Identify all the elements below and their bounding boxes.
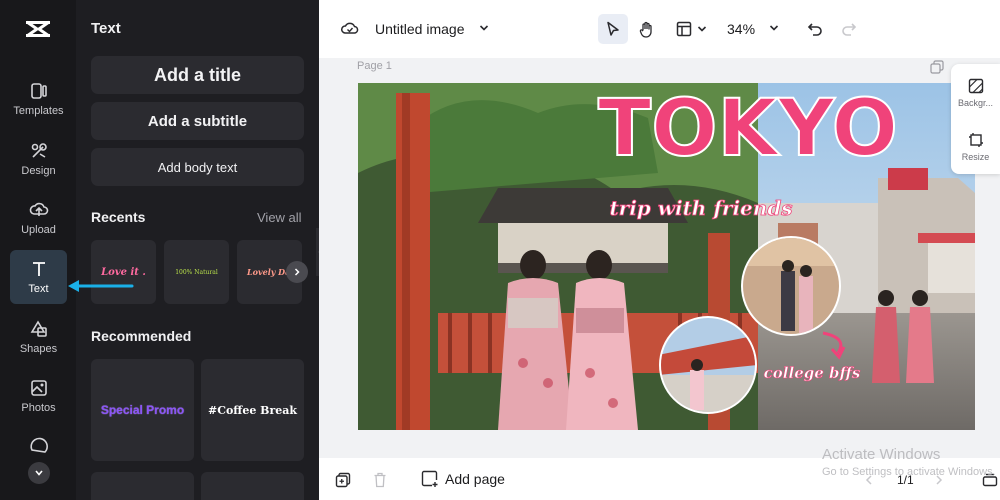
add-body-text-button[interactable]: Add body text (91, 148, 304, 186)
text-panel: Text Add a title Add a subtitle Add body… (76, 0, 319, 500)
add-page-button[interactable]: Add page (421, 470, 505, 488)
panel-title: Text (91, 20, 121, 37)
hand-tool-button[interactable] (634, 14, 660, 44)
resize-label: Resize (961, 152, 990, 162)
add-subtitle-button[interactable]: Add a subtitle (91, 102, 304, 140)
page-label: Page 1 (357, 60, 392, 72)
duplicate-page-icon[interactable] (930, 60, 944, 74)
rail-item-upload[interactable]: Upload (10, 191, 67, 245)
annotation-arrow-icon (68, 280, 134, 292)
rail-item-photos[interactable]: Photos (10, 369, 67, 423)
resize-icon (968, 133, 983, 147)
document-title[interactable]: Untitled image (375, 21, 465, 37)
background-button[interactable]: Backgr... (951, 78, 1000, 108)
view-all-link[interactable]: View all (257, 210, 302, 225)
recommended-label: Special Promo (100, 403, 185, 417)
upload-icon (29, 202, 48, 216)
design-artboard[interactable]: TOKYO trip with friends college bffs (358, 83, 975, 430)
add-page-label: Add page (445, 471, 505, 487)
tokyo-photo-collage: TOKYO trip with friends college bffs (358, 83, 975, 430)
rail-label: Text (28, 283, 49, 295)
chevron-down-icon[interactable] (769, 24, 779, 32)
recommended-text-style[interactable] (91, 472, 194, 500)
design-icon (31, 143, 47, 158)
chevron-right-icon (294, 268, 300, 276)
rail-item-text[interactable]: Text (10, 250, 67, 304)
photos-icon (30, 380, 47, 396)
rail-label: Upload (21, 224, 56, 236)
resize-button[interactable]: Resize (951, 132, 1000, 162)
layout-button[interactable] (671, 14, 711, 44)
capcut-logo-icon[interactable] (24, 16, 52, 42)
recent-text-style[interactable]: 100% Natural (164, 240, 229, 304)
trash-icon[interactable] (373, 472, 387, 488)
trip-subheadline[interactable]: trip with friends (609, 196, 793, 221)
rail-item-design[interactable]: Design (10, 132, 67, 186)
recommended-text-style[interactable]: #Coffee Break (201, 359, 304, 461)
add-layer-icon[interactable] (335, 472, 351, 488)
recommended-text-style[interactable]: Special Promo (91, 359, 194, 461)
background-label: Backgr... (957, 98, 993, 108)
chevron-down-icon[interactable] (479, 24, 489, 32)
rail-label: Design (21, 165, 56, 177)
hand-icon (639, 21, 652, 38)
recent-label: Love it . (101, 266, 146, 278)
activate-windows-title: Activate Windows (822, 446, 941, 463)
redo-icon[interactable] (841, 21, 857, 37)
recents-next-button[interactable] (286, 261, 308, 283)
recommended-label: #Coffee Break (207, 403, 297, 417)
recent-text-style[interactable]: Love it . (91, 240, 156, 304)
college-bffs-caption[interactable]: college bffs (763, 364, 861, 383)
layout-icon (676, 21, 691, 37)
stickers-icon[interactable] (28, 436, 50, 456)
recommended-heading: Recommended (91, 328, 192, 344)
select-tool-button[interactable] (598, 14, 628, 44)
side-tools-panel: Backgr... Resize (951, 64, 1000, 174)
rail-item-templates[interactable]: Templates (10, 72, 67, 126)
activate-windows-hint: Go to Settings to activate Windows. (822, 466, 996, 478)
recent-label: 100% Natural (175, 268, 218, 276)
rail-label: Photos (21, 402, 56, 414)
zoom-level[interactable]: 34% (727, 21, 755, 37)
tokyo-headline[interactable]: TOKYO (597, 83, 899, 175)
shapes-icon (30, 320, 47, 337)
recents-heading: Recents (91, 209, 146, 225)
undo-icon[interactable] (807, 21, 823, 37)
rail-label: Templates (13, 105, 64, 117)
more-tools-button[interactable] (28, 462, 50, 484)
top-toolbar: Untitled image 34% (319, 0, 1000, 58)
cloud-save-icon[interactable] (341, 20, 359, 36)
rail-item-shapes[interactable]: Shapes (10, 310, 67, 364)
background-icon (968, 78, 983, 94)
app-window: Templates Design Upload Text Shapes Phot… (0, 0, 1000, 500)
templates-icon (30, 83, 47, 99)
canvas-area: Page 1 TOKYO trip with friends college b… (319, 58, 1000, 458)
add-title-button[interactable]: Add a title (91, 56, 304, 94)
left-rail: Templates Design Upload Text Shapes Phot… (0, 0, 76, 500)
rail-label: Shapes (19, 343, 58, 355)
chevron-down-icon (697, 26, 706, 32)
text-icon (32, 262, 45, 276)
chevron-down-icon (35, 470, 43, 476)
recommended-text-style[interactable] (201, 472, 304, 500)
bottom-bar: Add page 1/1 (319, 458, 1000, 500)
add-page-icon (421, 470, 438, 487)
cursor-pointer-icon (607, 21, 619, 36)
